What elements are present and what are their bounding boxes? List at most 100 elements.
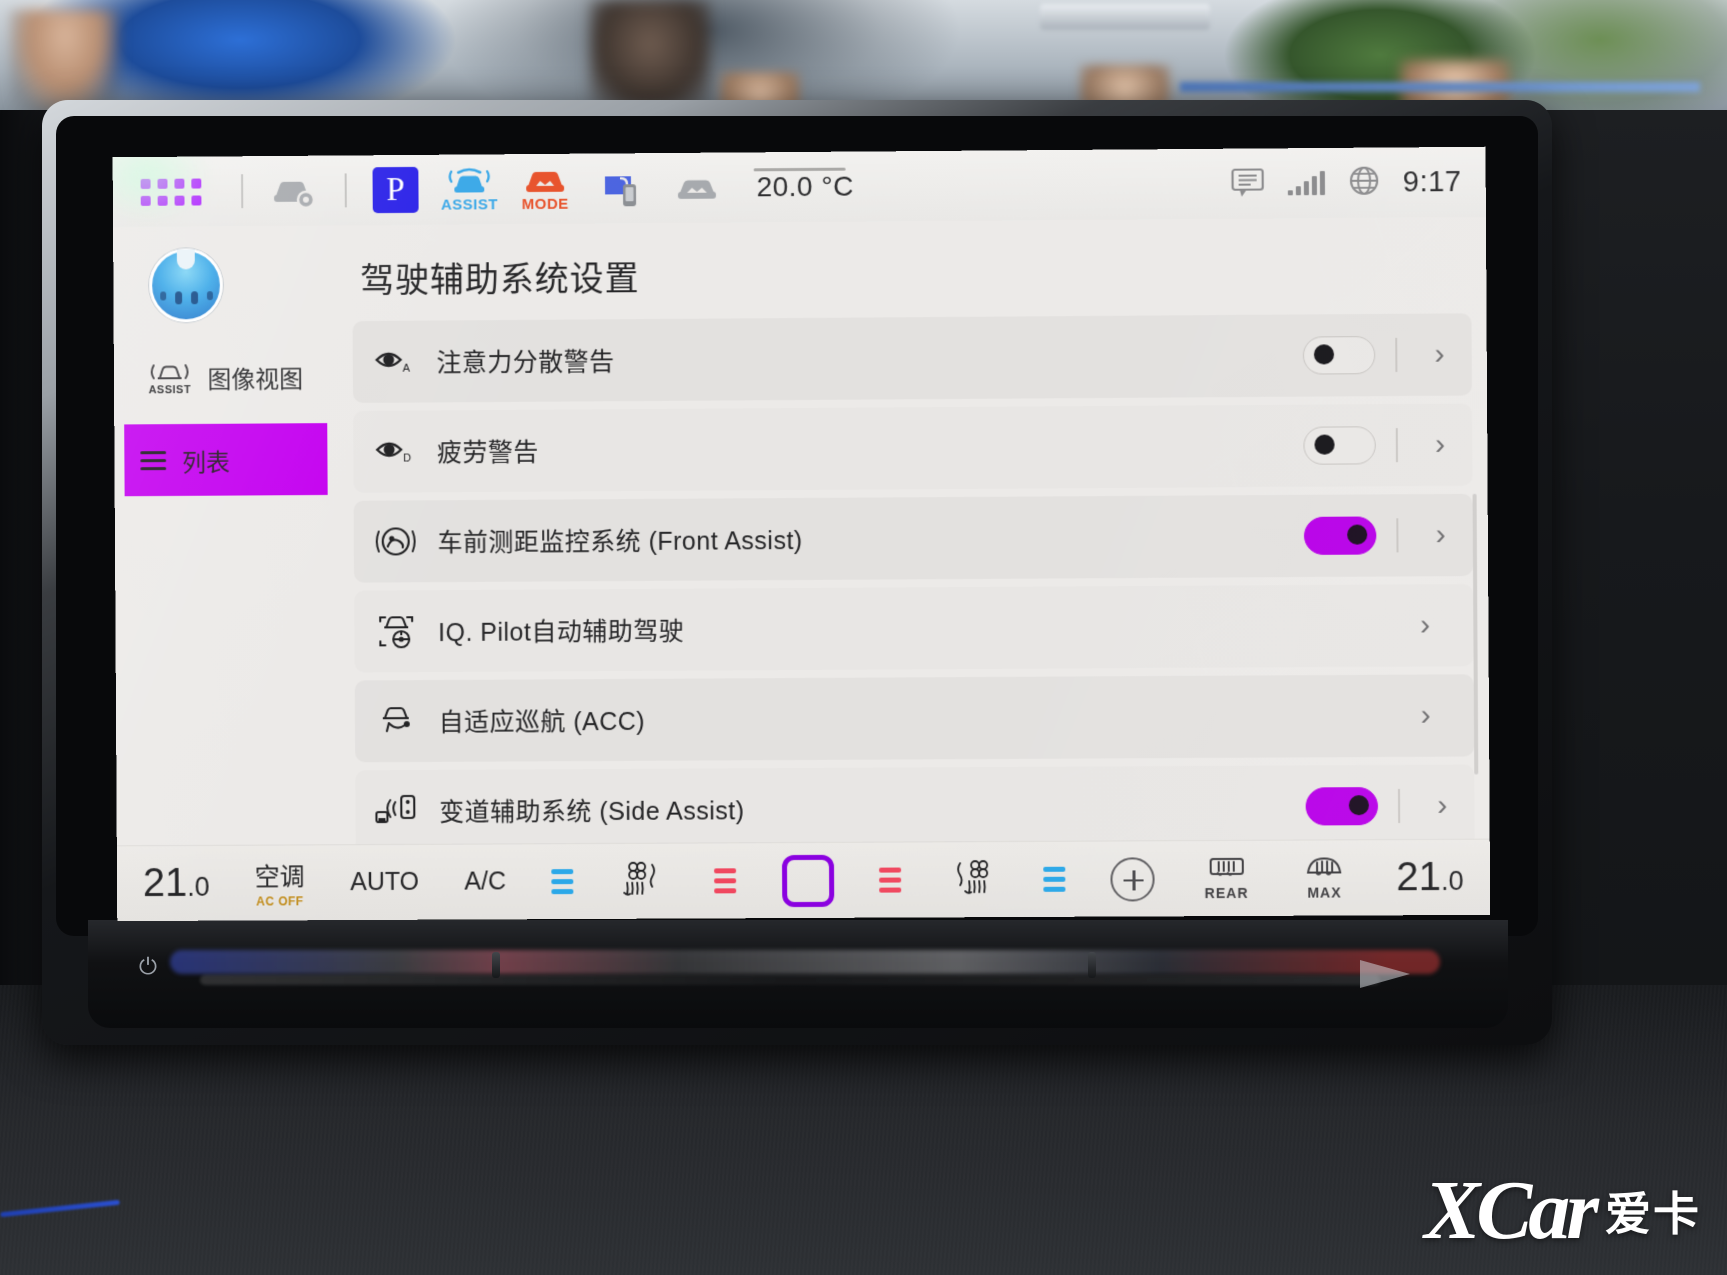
passenger-temp-int: 21 — [1396, 854, 1442, 900]
passenger-temp-dec: .0 — [1440, 865, 1464, 897]
sidebar-item-image-view[interactable]: ASSIST 图像视图 — [132, 343, 327, 410]
assist-icon[interactable]: ASSIST — [438, 165, 500, 214]
row-separator — [1396, 518, 1399, 553]
power-button[interactable]: ⏻ — [133, 951, 163, 981]
assist-view-icon-label: ASSIST — [148, 383, 192, 396]
chevron-right-icon[interactable]: › — [1420, 789, 1464, 823]
ac-status: AC OFF — [256, 894, 304, 909]
sidebar-item-label: 图像视图 — [207, 365, 304, 394]
signal-bars-icon — [1287, 171, 1325, 196]
infotainment-ui: P ASSIST MODE 20.0 °C 9:17 ASSIST 图像视图 列… — [112, 146, 1491, 922]
row-label: 变道辅助系统 (Side Assist) — [439, 797, 745, 827]
left-seat-heat-level-indicator[interactable] — [714, 868, 737, 894]
row-label: 车前测距监控系统 (Front Assist) — [437, 526, 803, 558]
ac-toggle-button[interactable]: A/C — [464, 867, 506, 896]
outside-temperature: 20.0 °C — [756, 170, 854, 203]
right-fan-level-indicator[interactable] — [1042, 866, 1065, 892]
toggle-switch[interactable] — [1303, 516, 1377, 555]
auto-button[interactable]: AUTO — [350, 868, 419, 897]
row-separator — [1395, 428, 1398, 463]
scrollbar[interactable] — [1472, 493, 1479, 775]
plus-icon[interactable] — [1110, 856, 1155, 902]
settings-list: A 注意力分散警告 › D 疲劳警告 › 车前测距监控系统 (Front Ass… — [352, 313, 1479, 900]
page-title: 驾驶辅助系统设置 — [360, 260, 640, 301]
table-row[interactable]: 车前测距监控系统 (Front Assist) › — [353, 493, 1474, 583]
chevron-right-icon[interactable]: › — [1403, 698, 1447, 732]
globe-icon[interactable] — [1346, 163, 1380, 202]
row-label: 注意力分散警告 — [436, 348, 615, 378]
driver-temperature[interactable]: 21.0 — [143, 861, 210, 906]
status-divider — [344, 173, 347, 208]
toggle-switch[interactable] — [1302, 336, 1376, 375]
ac-label: 空调 — [254, 863, 305, 892]
eye-attention-icon: A — [353, 342, 437, 383]
eye-drowsy-icon: D — [353, 431, 437, 471]
sidebar: ASSIST 图像视图 列表 — [113, 225, 342, 921]
seat-heat-left-icon[interactable] — [619, 857, 669, 906]
table-row[interactable]: A 注意力分散警告 › — [352, 313, 1472, 403]
front-assist-icon — [354, 519, 438, 563]
ceiling-light — [1040, 4, 1210, 30]
chevron-right-icon[interactable]: › — [1403, 608, 1447, 642]
row-separator — [1397, 788, 1401, 824]
rear-defrost-label: REAR — [1204, 884, 1249, 902]
background-person — [590, 0, 710, 110]
main-body: ASSIST 图像视图 列表 驾驶辅助系统设置 A 注意力分散警告 › D 疲劳… — [113, 216, 1491, 922]
svg-text:A: A — [403, 363, 411, 375]
row-separator — [1395, 337, 1398, 372]
avatar-notch — [176, 249, 195, 270]
clock: 9:17 — [1402, 165, 1462, 198]
car-settings-icon[interactable] — [263, 172, 325, 210]
phone-projection-icon[interactable] — [590, 168, 652, 208]
seat-heat-right-icon[interactable] — [947, 855, 997, 904]
sidebar-item-label: 列表 — [182, 449, 230, 477]
left-fan-level-indicator[interactable] — [551, 869, 574, 895]
svg-text:D: D — [403, 452, 411, 464]
driver-temp-dec: .0 — [187, 871, 210, 902]
car-front-icon[interactable] — [666, 173, 728, 203]
toggle-switch[interactable] — [1303, 426, 1376, 465]
message-icon[interactable] — [1229, 165, 1265, 202]
passenger-temperature[interactable]: 21.0 — [1396, 855, 1464, 900]
chin-highlight — [1360, 960, 1410, 988]
mode-icon-label: MODE — [521, 195, 569, 214]
background-banner — [1180, 82, 1700, 92]
chevron-right-icon[interactable]: › — [1417, 337, 1461, 371]
chin-notch — [1088, 952, 1096, 978]
content-panel: 驾驶辅助系统设置 A 注意力分散警告 › D 疲劳警告 › 车前测距监控系统 (… — [338, 217, 1490, 920]
avatar[interactable] — [148, 248, 224, 323]
park-badge[interactable]: P — [372, 166, 419, 214]
assist-icon-label: ASSIST — [440, 196, 499, 214]
table-row[interactable]: 自适应巡航 (ACC) › — [354, 674, 1475, 763]
toggle-switch[interactable] — [1305, 787, 1379, 826]
status-bar: P ASSIST MODE 20.0 °C 9:17 — [112, 146, 1486, 228]
max-defrost-label: MAX — [1307, 884, 1342, 901]
status-divider — [241, 174, 244, 209]
right-seat-heat-level-indicator[interactable] — [879, 867, 902, 893]
chin-reflection-secondary — [200, 975, 1380, 985]
rear-defrost-button[interactable]: REAR — [1200, 856, 1252, 901]
iq-pilot-icon — [354, 609, 438, 653]
chevron-right-icon[interactable]: › — [1418, 518, 1462, 552]
chin-reflection — [170, 950, 1440, 974]
chin-notch — [492, 952, 500, 978]
table-row[interactable]: D 疲劳警告 › — [353, 403, 1473, 493]
watermark-brand: XCar — [1424, 1164, 1599, 1257]
app-grid-icon[interactable] — [140, 178, 202, 206]
bezel-chin — [88, 920, 1508, 1028]
climate-sync-square-icon[interactable] — [781, 854, 835, 907]
table-row[interactable]: IQ. Pilot自动辅助驾驶 › — [354, 584, 1474, 673]
sidebar-item-list[interactable]: 列表 — [124, 423, 328, 497]
watermark: XCar 爱卡 — [1424, 1169, 1701, 1253]
chevron-right-icon[interactable]: › — [1418, 428, 1462, 462]
max-defrost-button[interactable]: MAX — [1298, 855, 1350, 901]
mode-icon[interactable]: MODE — [514, 165, 576, 213]
row-label: 疲劳警告 — [436, 438, 539, 468]
watermark-brand-cn: 爱卡 — [1605, 1188, 1701, 1240]
avatar-face — [152, 291, 220, 305]
row-label: IQ. Pilot自动辅助驾驶 — [438, 617, 685, 648]
hamburger-list-icon — [140, 450, 167, 470]
ac-button[interactable]: 空调 AC OFF — [255, 857, 305, 908]
climate-bar: 21.0 空调 AC OFF AUTO A/C REAR MAX 21.0 — [116, 838, 1491, 922]
assist-view-icon: ASSIST — [148, 359, 192, 396]
